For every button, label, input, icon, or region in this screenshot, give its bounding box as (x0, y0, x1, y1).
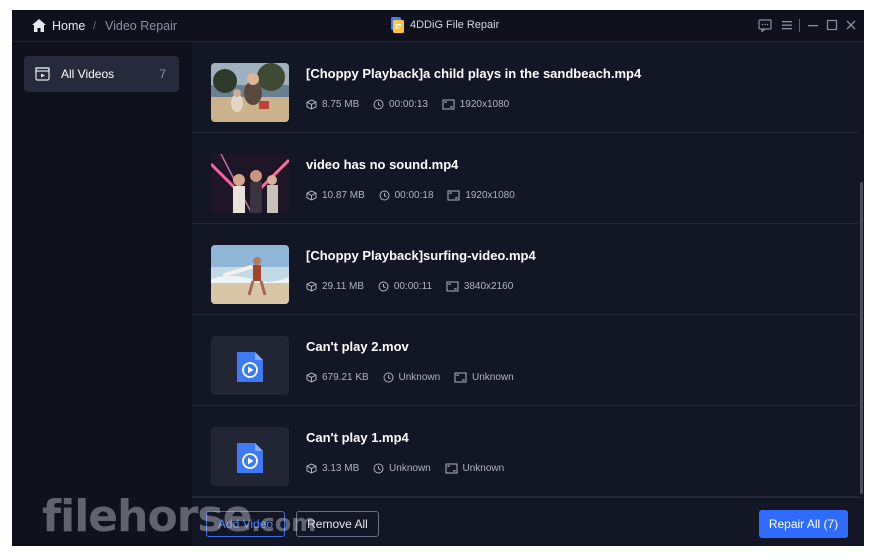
video-row[interactable]: video has no sound.mp4 10.87 MB 00:00:18… (192, 133, 858, 224)
file-size-value: 3.13 MB (322, 463, 360, 474)
video-meta: 10.87 MB 00:00:18 1920x1080 (306, 190, 526, 204)
file-size-icon (306, 372, 317, 383)
app-window: Home / Video Repair 4DDiG File Repair Al… (12, 10, 864, 546)
video-title: Can't play 1.mp4 (306, 430, 409, 445)
close-icon[interactable] (844, 18, 858, 32)
menu-icon[interactable] (780, 18, 794, 32)
video-file-icon (237, 352, 263, 382)
resolution-icon (454, 372, 467, 383)
video-title: Can't play 2.mov (306, 339, 409, 354)
video-title: video has no sound.mp4 (306, 157, 459, 172)
video-list-panel: [Choppy Playback]a child plays in the sa… (192, 42, 864, 497)
video-meta: 29.11 MB 00:00:11 3840x2160 (306, 281, 524, 295)
file-size-icon (306, 99, 317, 110)
duration-value: Unknown (398, 372, 441, 383)
resolution-value: 3840x2160 (463, 281, 514, 292)
sidebar: All Videos 7 (12, 42, 192, 546)
file-size-value: 10.87 MB (322, 190, 365, 201)
sidebar-item-label: All Videos (61, 67, 115, 81)
remove-all-button[interactable]: Remove All (296, 511, 379, 537)
resolution-value: Unknown (462, 463, 505, 474)
sidebar-item-all-videos[interactable]: All Videos 7 (24, 56, 179, 92)
resolution: Unknown (445, 463, 505, 474)
app-logo-icon (391, 17, 404, 33)
file-size-icon (306, 463, 317, 474)
resolution-value: Unknown (471, 372, 514, 383)
video-file-icon (237, 443, 263, 473)
video-thumbnail-placeholder (211, 427, 289, 486)
duration: 00:00:13 (373, 99, 428, 110)
breadcrumb-home[interactable]: Home (52, 18, 85, 34)
duration-value: Unknown (389, 463, 431, 474)
video-thumbnail-beach (211, 63, 289, 122)
add-video-button[interactable]: Add Video (206, 511, 285, 537)
file-size: 8.75 MB (306, 99, 359, 110)
clock-icon (373, 463, 384, 474)
video-row[interactable]: [Choppy Playback]surfing-video.mp4 29.11… (192, 224, 858, 315)
video-thumbnail-party (211, 154, 289, 213)
file-size-icon (306, 281, 317, 292)
file-size: 3.13 MB (306, 463, 359, 474)
file-size: 679.21 KB (306, 372, 369, 383)
action-bar: Add Video Remove All Repair All (7) (192, 497, 864, 546)
duration-value: 00:00:13 (389, 99, 428, 110)
video-meta: 3.13 MB Unknown Unknown (306, 463, 515, 477)
resolution-value: 1920x1080 (465, 190, 515, 201)
clock-icon (383, 372, 393, 383)
maximize-icon[interactable] (825, 18, 839, 32)
minimize-icon[interactable] (806, 18, 820, 32)
file-size-value: 679.21 KB (322, 372, 369, 383)
video-thumbnail-surfing (211, 245, 289, 304)
video-meta: 8.75 MB 00:00:13 1920x1080 (306, 99, 520, 113)
home-icon[interactable] (32, 19, 46, 32)
file-size: 10.87 MB (306, 190, 365, 201)
duration-value: 00:00:18 (394, 190, 434, 201)
clock-icon (379, 190, 390, 201)
video-row[interactable]: Can't play 1.mp4 3.13 MB Unknown Unknown (192, 406, 858, 497)
resolution: 1920x1080 (442, 99, 510, 110)
duration-value: 00:00:11 (393, 281, 433, 292)
app-title: 4DDiG File Repair (410, 19, 500, 31)
video-thumbnail-placeholder (211, 336, 289, 395)
video-row[interactable]: [Choppy Playback]a child plays in the sa… (192, 42, 858, 133)
resolution-icon (442, 99, 455, 110)
resolution: Unknown (454, 372, 514, 383)
file-size-value: 8.75 MB (322, 99, 360, 110)
video-folder-icon (35, 67, 50, 81)
sidebar-item-count: 7 (159, 67, 166, 81)
breadcrumb-current: Video Repair (105, 19, 178, 33)
title-bar-divider (799, 19, 800, 32)
resolution: 3840x2160 (446, 281, 514, 292)
video-row[interactable]: Can't play 2.mov 679.21 KB Unknown Unkno… (192, 315, 858, 406)
resolution-icon (447, 190, 460, 201)
breadcrumb-separator: / (93, 20, 97, 32)
video-title: [Choppy Playback]surfing-video.mp4 (306, 248, 536, 263)
clock-icon (378, 281, 389, 292)
resolution-icon (445, 463, 458, 474)
feedback-icon[interactable] (758, 18, 772, 32)
file-size-value: 29.11 MB (322, 281, 365, 292)
clock-icon (373, 99, 384, 110)
file-size-icon (306, 190, 317, 201)
resolution-icon (446, 281, 459, 292)
duration: Unknown (383, 372, 441, 383)
video-meta: 679.21 KB Unknown Unknown (306, 372, 525, 386)
video-title: [Choppy Playback]a child plays in the sa… (306, 66, 642, 81)
title-bar: Home / Video Repair 4DDiG File Repair (12, 10, 864, 42)
resolution: 1920x1080 (447, 190, 515, 201)
duration: 00:00:11 (378, 281, 432, 292)
scrollbar[interactable] (860, 182, 863, 494)
duration: Unknown (373, 463, 431, 474)
resolution-value: 1920x1080 (459, 99, 510, 110)
duration: 00:00:18 (379, 190, 434, 201)
file-size: 29.11 MB (306, 281, 364, 292)
repair-all-button[interactable]: Repair All (7) (759, 510, 848, 538)
